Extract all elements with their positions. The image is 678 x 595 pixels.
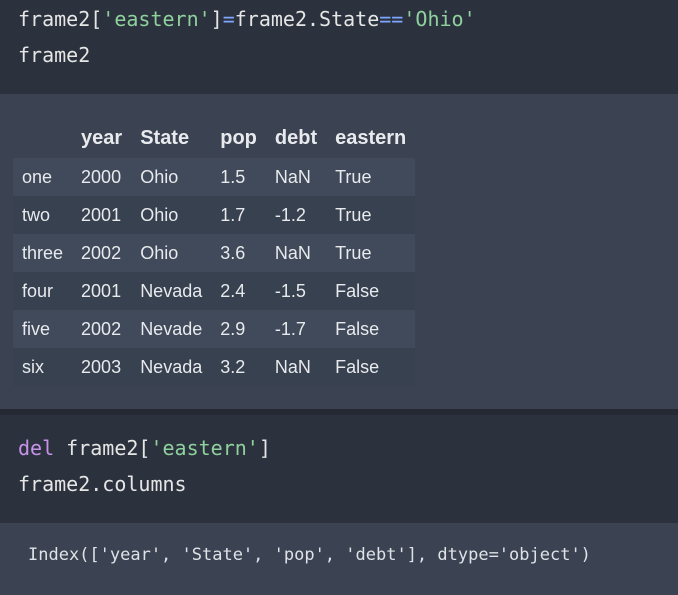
operator-token: = — [222, 7, 235, 31]
row-index: two — [22, 204, 51, 225]
row-index: five — [22, 318, 51, 339]
table-cell: NaN — [274, 242, 311, 263]
table-cell: Nevada — [140, 356, 203, 377]
code-cell-2[interactable]: del frame2['eastern'] frame2.columns — [0, 415, 678, 523]
table-cell: 2.9 — [220, 318, 246, 339]
table-header-row: year State pop debt eastern — [13, 118, 416, 158]
table-cell: True — [335, 204, 372, 225]
dataframe-table: year State pop debt eastern one 2000 Ohi… — [13, 118, 416, 386]
table-cell: 1.5 — [220, 166, 246, 187]
row-index: one — [22, 166, 53, 187]
table-cell: 2001 — [81, 280, 122, 301]
table-cell: NaN — [274, 166, 311, 187]
table-cell: False — [335, 280, 380, 301]
table-cell: -1.7 — [274, 318, 306, 339]
column-header: debt — [265, 118, 327, 158]
table-cell: 2002 — [81, 318, 122, 339]
column-header: year — [72, 118, 132, 158]
table-cell: False — [335, 356, 380, 377]
table-row: three 2002 Ohio 3.6 NaN True — [13, 234, 416, 272]
string-token: 'eastern' — [102, 7, 211, 31]
index-output-text: Index(['year', 'State', 'pop', 'debt'], … — [28, 545, 591, 565]
table-cell: 2.4 — [220, 280, 246, 301]
code-cell-1[interactable]: frame2['eastern']=frame2.State=='Ohio' f… — [0, 0, 678, 94]
table-cell: NaN — [274, 356, 311, 377]
table-cell: 3.2 — [220, 356, 246, 377]
notebook-page: frame2['eastern']=frame2.State=='Ohio' f… — [0, 0, 678, 595]
row-index: three — [22, 242, 64, 263]
index-header — [13, 118, 73, 158]
table-cell: True — [335, 242, 372, 263]
row-index: six — [22, 356, 44, 377]
table-cell: 2000 — [81, 166, 122, 187]
table-cell: 2002 — [81, 242, 122, 263]
table-cell: 1.7 — [220, 204, 246, 225]
table-row: six 2003 Nevada 3.2 NaN False — [13, 348, 416, 386]
code-line: del frame2['eastern'] — [18, 430, 678, 466]
table-cell: -1.2 — [274, 204, 306, 225]
table-cell: Nevade — [140, 318, 203, 339]
string-token: 'Ohio' — [403, 7, 476, 31]
code-line: frame2 — [18, 43, 91, 67]
table-cell: False — [335, 318, 380, 339]
column-header: eastern — [326, 118, 416, 158]
code-token: ] — [258, 436, 271, 460]
table-row: two 2001 Ohio 1.7 -1.2 True — [13, 196, 416, 234]
table-cell: Ohio — [140, 204, 179, 225]
table-cell: Ohio — [140, 242, 179, 263]
table-row: five 2002 Nevade 2.9 -1.7 False — [13, 310, 416, 348]
code-line: frame2['eastern']=frame2.State=='Ohio' — [18, 1, 678, 37]
code-token: frame2.State — [234, 7, 380, 31]
table-cell: 2001 — [81, 204, 122, 225]
operator-token: == — [379, 7, 404, 31]
code-token: ] — [210, 7, 223, 31]
code-token: frame2[ — [18, 7, 103, 31]
table-cell: -1.5 — [274, 280, 306, 301]
table-cell: 3.6 — [220, 242, 246, 263]
table-row: four 2001 Nevada 2.4 -1.5 False — [13, 272, 416, 310]
string-token: 'eastern' — [150, 436, 259, 460]
code-token: frame2[ — [54, 436, 151, 460]
keyword-token: del — [18, 436, 55, 460]
table-row: one 2000 Ohio 1.5 NaN True — [13, 158, 416, 196]
table-cell: 2003 — [81, 356, 122, 377]
table-cell: Ohio — [140, 166, 179, 187]
table-cell: Nevada — [140, 280, 203, 301]
table-cell: True — [335, 166, 372, 187]
column-header: pop — [211, 118, 266, 158]
column-header: State — [131, 118, 212, 158]
row-index: four — [22, 280, 54, 301]
code-line: frame2.columns — [18, 472, 187, 496]
